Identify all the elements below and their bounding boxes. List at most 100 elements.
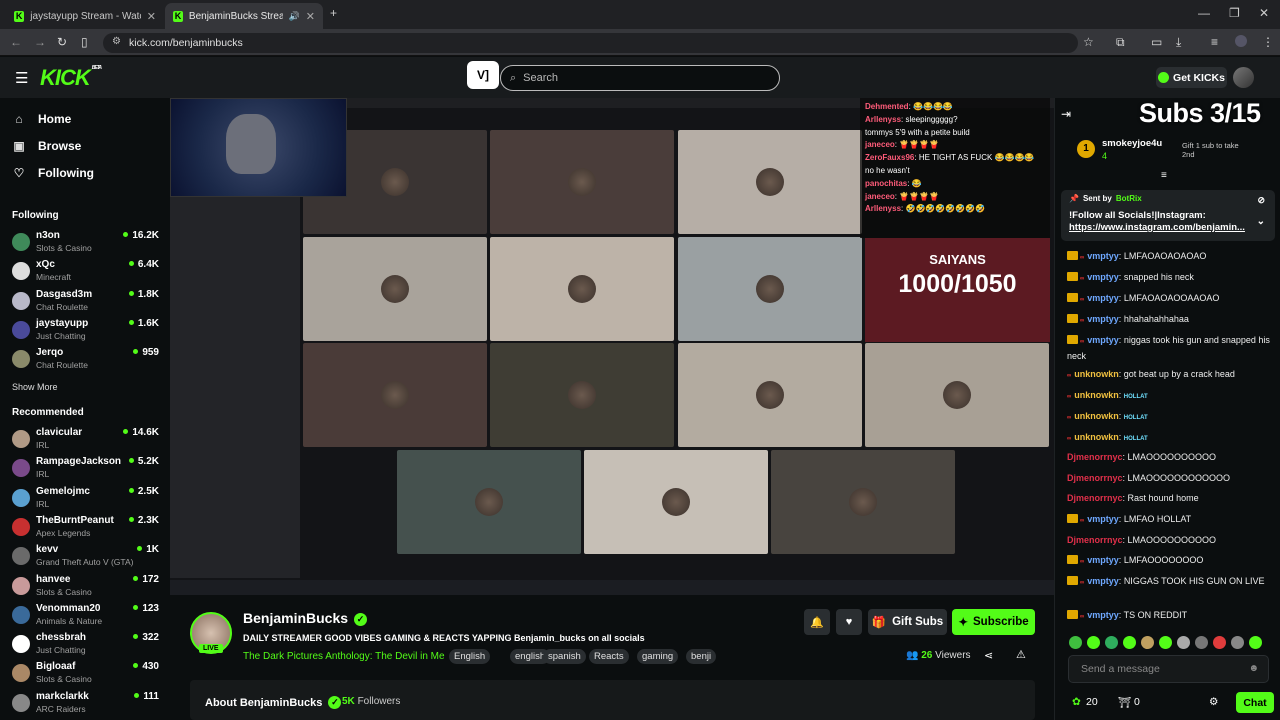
sidebar-channel-n3on[interactable]: n3on Slots & Casino 16.2K (12, 230, 162, 256)
tab-close-icon[interactable]: ✕ (147, 10, 156, 23)
gift-subs-button[interactable]: 🎁 Gift Subs (868, 609, 947, 635)
chat-username[interactable]: unknowkn (1074, 369, 1119, 379)
chat-message[interactable]: ∞ vmptyy: LMFAOAOAOOAAOAO (1067, 292, 1272, 308)
sidebar-channel-clavicular[interactable]: clavicular IRL 14.6K (12, 427, 162, 453)
profile-icon[interactable] (1235, 35, 1247, 47)
gifter-name[interactable]: smokeyjoe4u (1102, 138, 1162, 149)
pinned-link[interactable]: https://www.instagram.com/benjamin... (1069, 222, 1267, 233)
sidebar-panel-icon[interactable]: ▯ (81, 35, 88, 49)
browser-tab-jaystayupp[interactable]: K jaystayupp Stream - Watch Live ✕ (6, 3, 164, 29)
chat-message[interactable]: Djmenorrnyc: LMAOOOOOOOOOO (1067, 534, 1272, 548)
collapse-chat-icon[interactable]: ⇥ (1061, 107, 1071, 121)
sidebar-channel-gemelojmc[interactable]: Gemelojmc IRL 2.5K (12, 486, 162, 512)
vod-icon[interactable]: V] (467, 61, 499, 89)
tag-chip[interactable]: gaming (637, 649, 679, 664)
sidebar-channel-dasgasd3m[interactable]: Dasgasd3m Chat Roulette 1.8K (12, 289, 162, 315)
emote-icon[interactable] (1159, 636, 1172, 649)
site-info-icon[interactable]: ⚙ (112, 36, 121, 47)
chevron-down-icon[interactable]: ⌄ (1257, 216, 1265, 227)
chat-username[interactable]: vmptyy (1087, 576, 1119, 586)
emote-icon[interactable] (1141, 636, 1154, 649)
hamburger-menu-icon[interactable]: ☰ (15, 69, 28, 87)
sidebar-channel-xqc[interactable]: xQc Minecraft 6.4K (12, 259, 162, 285)
new-tab-icon[interactable]: + (330, 6, 337, 20)
sidebar-channel-rampagejackson[interactable]: RampageJackson IRL 5.2K (12, 456, 162, 482)
chat-username[interactable]: vmptyy (1087, 251, 1119, 261)
nav-home[interactable]: ⌂ Home (12, 112, 71, 126)
chat-username[interactable]: vmptyy (1087, 514, 1119, 524)
sidebar-channel-markclarkk[interactable]: markclarkk ARC Raiders 111 (12, 691, 162, 717)
chat-username[interactable]: Djmenorrnyc (1067, 535, 1123, 545)
chat-message[interactable]: ∞ unknowkn: HOLLAT (1067, 410, 1272, 426)
chat-message[interactable]: ∞ unknowkn: HOLLAT (1067, 431, 1272, 447)
chat-username[interactable]: vmptyy (1087, 335, 1119, 345)
chat-username[interactable]: unknowkn (1074, 390, 1119, 400)
forward-icon[interactable]: → (34, 35, 46, 49)
back-icon[interactable]: ← (10, 35, 22, 49)
chat-message[interactable]: ∞ vmptyy: hhahahahhahaa (1067, 313, 1272, 329)
download-icon[interactable]: ⤓ (1176, 35, 1181, 50)
emote-icon[interactable] (1249, 636, 1262, 649)
url-field[interactable]: ⚙ kick.com/benjaminbucks ☆ (103, 33, 1094, 53)
chat-message[interactable]: ∞ unknowkn: HOLLAT (1067, 389, 1272, 405)
search-input[interactable]: ⌕ Search (500, 65, 780, 91)
chat-message[interactable]: ∞ vmptyy: NIGGAS TOOK HIS GUN ON LIVE (1067, 575, 1272, 591)
emote-icon[interactable] (1177, 636, 1190, 649)
chat-username[interactable]: unknowkn (1074, 411, 1119, 421)
media-control-icon[interactable]: ≡ (1211, 35, 1218, 49)
chat-username[interactable]: Djmenorrnyc (1067, 493, 1123, 503)
chat-message[interactable]: ∞ vmptyy: niggas took his gun and snapped… (1067, 334, 1272, 363)
speaker-icon[interactable]: 🔊 (289, 11, 300, 22)
browser-menu-icon[interactable]: ⋮ (1262, 35, 1274, 49)
chat-username[interactable]: vmptyy (1087, 293, 1119, 303)
emote-icon[interactable] (1069, 636, 1082, 649)
category-link[interactable]: The Dark Pictures Anthology: The Devil i… (243, 651, 445, 662)
sidebar-channel-theburntpeanut[interactable]: TheBurntPeanut Apex Legends 2.3K (12, 515, 162, 541)
subscribe-button[interactable]: ✦ Subscribe (952, 609, 1035, 635)
chat-message[interactable]: Djmenorrnyc: Rast hound home (1067, 492, 1272, 506)
chat-username[interactable]: Djmenorrnyc (1067, 473, 1123, 483)
share-icon[interactable]: ⋖ (984, 649, 993, 662)
emoji-picker-icon[interactable]: ☻ (1248, 663, 1259, 674)
emote-icon[interactable] (1123, 636, 1136, 649)
kick-logo[interactable]: KICK BETA (40, 65, 102, 91)
close-window-icon[interactable]: ✕ (1259, 6, 1269, 20)
extensions-icon[interactable]: ⧉ (1116, 35, 1125, 50)
sidebar-channel-kevv[interactable]: kevv Grand Theft Auto V (GTA) 1K (12, 544, 162, 570)
chat-username[interactable]: vmptyy (1087, 272, 1119, 282)
chat-username[interactable]: vmptyy (1087, 555, 1119, 565)
expand-leaderboard-icon[interactable]: ≡ (1161, 170, 1167, 181)
tag-chip[interactable]: Reacts (589, 649, 629, 664)
notification-bell-button[interactable]: 🔔 (804, 609, 830, 635)
sidebar-channel-hanvee[interactable]: hanvee Slots & Casino 172 (12, 574, 162, 600)
tag-chip[interactable]: spanish (543, 649, 586, 664)
video-player[interactable]: Dehmented: 😂😂😂😂 Arllenyss: sleepinggggg? t… (170, 98, 1054, 595)
pinned-sender[interactable]: BotRix (1116, 194, 1142, 203)
minimize-icon[interactable]: — (1198, 6, 1210, 20)
chat-message[interactable]: ∞ vmptyy: snapped his neck (1067, 271, 1272, 287)
chat-username[interactable]: Djmenorrnyc (1067, 452, 1123, 462)
user-avatar[interactable] (1233, 67, 1254, 88)
chat-settings-icon[interactable]: ⚙ (1209, 696, 1218, 708)
emote-icon[interactable] (1213, 636, 1226, 649)
tag-chip[interactable]: English (449, 649, 491, 664)
chat-message[interactable]: ∞ unknowkn: got beat up by a crack head (1067, 368, 1272, 384)
sidebar-channel-venomman20[interactable]: Venomman20 Animals & Nature 123 (12, 603, 162, 629)
points-count[interactable]: 20 (1086, 696, 1098, 708)
cast-icon[interactable]: ▭ (1151, 35, 1162, 49)
channel-name[interactable]: BenjaminBucks ✓ (243, 610, 368, 626)
sidebar-channel-bigloaaf[interactable]: Bigloaaf Slots & Casino 430 (12, 661, 162, 687)
sidebar-channel-jerqo[interactable]: Jerqo Chat Roulette 959 (12, 347, 162, 373)
tab-close-icon[interactable]: ✕ (306, 10, 315, 23)
tag-chip[interactable]: benji (686, 649, 717, 664)
chat-username[interactable]: unknowkn (1074, 432, 1119, 442)
chat-message[interactable]: ∞ vmptyy: LMFAOAOAOAOAO (1067, 250, 1272, 266)
show-more-link[interactable]: Show More (12, 382, 58, 392)
sidebar-channel-chessbrah[interactable]: chessbrah Just Chatting 322 (12, 632, 162, 658)
reload-icon[interactable]: ↻ (57, 35, 67, 49)
browser-tab-benjaminbucks[interactable]: K BenjaminBucks Stream - Wa 🔊 ✕ (165, 3, 323, 29)
nav-browse[interactable]: ▣ Browse (12, 139, 81, 153)
nav-following[interactable]: ♡ Following (12, 166, 94, 180)
follow-heart-button[interactable]: ♥ (836, 609, 862, 635)
gift-prompt[interactable]: Gift 1 sub to take 2nd (1182, 141, 1252, 159)
